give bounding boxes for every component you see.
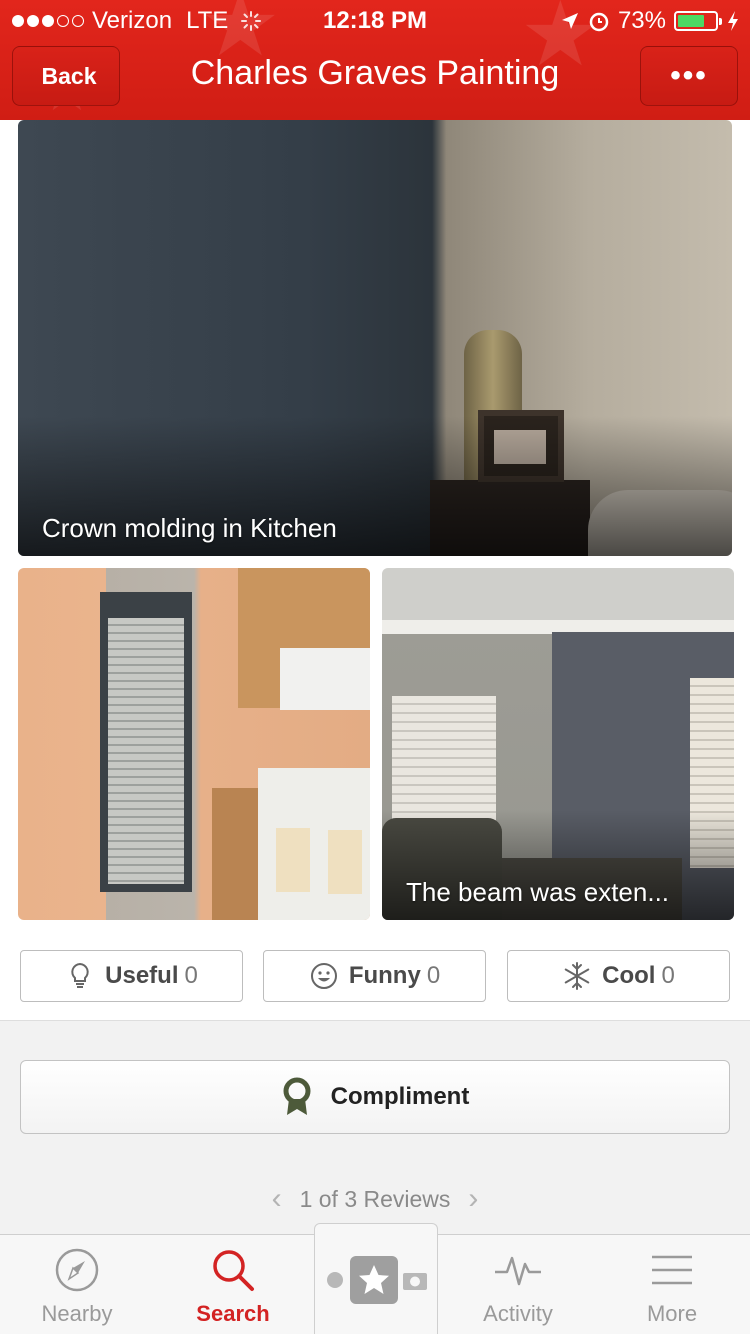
compliment-button[interactable]: Compliment — [20, 1060, 730, 1134]
tab-activity[interactable]: Activity — [443, 1235, 593, 1334]
review-pager: ‹ 1 of 3 Reviews › — [0, 1181, 750, 1217]
previous-review-icon[interactable]: ‹ — [272, 1182, 282, 1216]
funny-button[interactable]: Funny 0 — [263, 950, 486, 1002]
reaction-label: Cool — [602, 962, 656, 989]
review-content: Crown molding in Kitchen The beam was ex… — [0, 120, 750, 1234]
tab-nearby[interactable]: Nearby — [2, 1235, 152, 1334]
add-review-photo-tab[interactable] — [314, 1223, 438, 1334]
search-icon — [213, 1250, 254, 1291]
smiley-icon — [310, 963, 337, 989]
cool-button[interactable]: Cool 0 — [507, 950, 730, 1002]
tab-label: Search — [196, 1301, 270, 1326]
next-review-icon[interactable]: › — [468, 1182, 478, 1216]
reaction-count: 0 — [184, 962, 198, 989]
review-star-icon — [350, 1255, 398, 1304]
alarm-clock-icon — [589, 12, 609, 32]
back-button-label: Back — [41, 62, 97, 89]
reaction-label: Useful — [105, 962, 179, 989]
tab-more[interactable]: More — [597, 1235, 747, 1334]
photo-caption: Crown molding in Kitchen — [42, 513, 337, 543]
camera-icon — [403, 1272, 427, 1290]
photo-caption: The beam was exten... — [406, 877, 670, 907]
tab-label: Nearby — [41, 1301, 113, 1326]
tab-search[interactable]: Search — [158, 1235, 308, 1334]
location-arrow-icon — [561, 13, 578, 29]
review-photo-main[interactable]: Crown molding in Kitchen — [18, 120, 732, 556]
tab-bar: Nearby Search Activity More — [0, 1223, 750, 1334]
menu-icon — [652, 1255, 692, 1285]
review-footer: Compliment ‹ 1 of 3 Reviews › — [0, 1021, 750, 1234]
check-in-badge-icon — [327, 1271, 343, 1288]
useful-button[interactable]: Useful 0 — [20, 950, 243, 1002]
status-bar: Verizon LTE 12:18 PM 73% — [0, 0, 750, 40]
page-title: Charles Graves Painting — [190, 54, 560, 92]
pager-text: 1 of 3 Reviews — [299, 1185, 451, 1212]
more-options-button[interactable]: ••• — [640, 46, 738, 106]
compass-icon — [55, 1248, 99, 1292]
reaction-count: 0 — [426, 962, 441, 989]
charging-bolt-icon — [728, 11, 738, 31]
ribbon-icon — [283, 1077, 311, 1115]
reaction-count: 0 — [661, 962, 675, 989]
compliment-label: Compliment — [330, 1083, 470, 1110]
tab-label: Activity — [483, 1301, 553, 1326]
snowflake-icon — [564, 962, 590, 990]
battery-percentage: 73% — [617, 7, 666, 34]
review-reactions: Useful 0 Funny 0 Cool 0 — [0, 950, 750, 1002]
reaction-label: Funny — [348, 962, 421, 989]
back-button[interactable]: Back — [12, 46, 120, 106]
review-photo-living-room[interactable]: The beam was exten... — [382, 568, 734, 920]
more-options-icon: ••• — [670, 59, 708, 92]
tab-label: More — [646, 1301, 698, 1326]
nav-header: ★ ★ ★ Verizon LTE 12:18 PM 73% — [0, 0, 750, 120]
activity-icon — [495, 1256, 541, 1286]
battery-icon — [674, 11, 722, 31]
lightbulb-icon — [71, 962, 89, 988]
review-photo-kitchen[interactable] — [18, 568, 370, 920]
